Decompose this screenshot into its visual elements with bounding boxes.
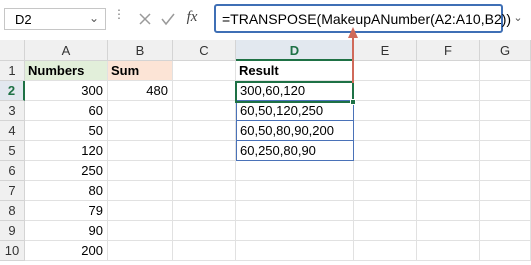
cell-b9[interactable]: [108, 221, 173, 241]
cell-f4[interactable]: [417, 121, 480, 141]
column-header-a[interactable]: A: [25, 40, 108, 61]
row-header-5[interactable]: 5: [0, 141, 25, 161]
cell-f3[interactable]: [417, 101, 480, 121]
row-header-6[interactable]: 6: [0, 161, 25, 181]
cell-e10[interactable]: [354, 241, 417, 261]
cell-a7[interactable]: 80: [25, 181, 108, 201]
cell-g3[interactable]: [480, 101, 531, 121]
column-header-f[interactable]: F: [417, 40, 480, 61]
row-header-7[interactable]: 7: [0, 181, 25, 201]
cell-c10[interactable]: [173, 241, 236, 261]
cell-e6[interactable]: [354, 161, 417, 181]
cell-d3[interactable]: 60,50,120,250: [236, 101, 354, 121]
cell-g7[interactable]: [480, 181, 531, 201]
cell-e9[interactable]: [354, 221, 417, 241]
cell-c7[interactable]: [173, 181, 236, 201]
cell-d10[interactable]: [236, 241, 354, 261]
chevron-down-icon[interactable]: ⌄: [89, 11, 99, 25]
cell-f6[interactable]: [417, 161, 480, 181]
cell-d5[interactable]: 60,250,80,90: [236, 141, 354, 161]
arrow-up-annotation: [348, 27, 358, 83]
select-all-corner[interactable]: [0, 40, 25, 61]
cell-g5[interactable]: [480, 141, 531, 161]
cell-f5[interactable]: [417, 141, 480, 161]
cell-e1[interactable]: [354, 61, 417, 81]
cell-g10[interactable]: [480, 241, 531, 261]
cell-d6[interactable]: [236, 161, 354, 181]
cell-a4[interactable]: 50: [25, 121, 108, 141]
splitter-handle[interactable]: ⋮: [113, 8, 125, 28]
cell-d1[interactable]: Result: [236, 61, 354, 81]
name-box-value: D2: [15, 12, 32, 27]
cell-e7[interactable]: [354, 181, 417, 201]
cancel-x-icon[interactable]: [135, 9, 155, 29]
cell-c1[interactable]: [173, 61, 236, 81]
cell-f7[interactable]: [417, 181, 480, 201]
cell-a5[interactable]: 120: [25, 141, 108, 161]
row-header-2[interactable]: 2: [0, 81, 25, 101]
cell-c8[interactable]: [173, 201, 236, 221]
cell-d8[interactable]: [236, 201, 354, 221]
cell-b3[interactable]: [108, 101, 173, 121]
cell-f8[interactable]: [417, 201, 480, 221]
cell-b5[interactable]: [108, 141, 173, 161]
column-header-b[interactable]: B: [108, 40, 173, 61]
active-cell-selection: [235, 81, 354, 103]
column-header-d[interactable]: D: [236, 40, 354, 61]
cell-a10[interactable]: 200: [25, 241, 108, 261]
cell-b4[interactable]: [108, 121, 173, 141]
row-header-1[interactable]: 1: [0, 61, 25, 81]
fill-handle[interactable]: [350, 99, 356, 105]
cell-a9[interactable]: 90: [25, 221, 108, 241]
cell-b10[interactable]: [108, 241, 173, 261]
cell-g8[interactable]: [480, 201, 531, 221]
fx-icon[interactable]: fx: [181, 9, 203, 29]
cell-e2[interactable]: [354, 81, 417, 101]
cell-g9[interactable]: [480, 221, 531, 241]
row-header-4[interactable]: 4: [0, 121, 25, 141]
cell-b1[interactable]: Sum: [108, 61, 173, 81]
cell-c2[interactable]: [173, 81, 236, 101]
enter-check-icon[interactable]: [158, 9, 178, 29]
cell-a8[interactable]: 79: [25, 201, 108, 221]
name-box[interactable]: D2 ⌄: [4, 8, 106, 30]
cell-a3[interactable]: 60: [25, 101, 108, 121]
column-header-e[interactable]: E: [354, 40, 417, 61]
row-header-10[interactable]: 10: [0, 241, 25, 261]
expand-chevron-icon[interactable]: ⌄: [511, 11, 525, 25]
cell-f10[interactable]: [417, 241, 480, 261]
row-header-8[interactable]: 8: [0, 201, 25, 221]
cell-e3[interactable]: [354, 101, 417, 121]
cell-f1[interactable]: [417, 61, 480, 81]
row-header-3[interactable]: 3: [0, 101, 25, 121]
cell-g1[interactable]: [480, 61, 531, 81]
cell-d4[interactable]: 60,50,80,90,200: [236, 121, 354, 141]
cell-b7[interactable]: [108, 181, 173, 201]
cell-e5[interactable]: [354, 141, 417, 161]
cell-a1[interactable]: Numbers: [25, 61, 108, 81]
cell-e8[interactable]: [354, 201, 417, 221]
cell-a6[interactable]: 250: [25, 161, 108, 181]
cell-c3[interactable]: [173, 101, 236, 121]
cell-g6[interactable]: [480, 161, 531, 181]
cell-b6[interactable]: [108, 161, 173, 181]
column-header-g[interactable]: G: [480, 40, 531, 61]
column-header-c[interactable]: C: [173, 40, 236, 61]
row-header-9[interactable]: 9: [0, 221, 25, 241]
cell-b2[interactable]: 480: [108, 81, 173, 101]
cell-c5[interactable]: [173, 141, 236, 161]
cell-f9[interactable]: [417, 221, 480, 241]
cell-c9[interactable]: [173, 221, 236, 241]
cell-g2[interactable]: [480, 81, 531, 101]
cell-c4[interactable]: [173, 121, 236, 141]
cell-d7[interactable]: [236, 181, 354, 201]
cell-f2[interactable]: [417, 81, 480, 101]
formula-text: =TRANSPOSE(MakeupANumber(A2:A10,B2)): [222, 11, 512, 27]
cell-b8[interactable]: [108, 201, 173, 221]
cell-e4[interactable]: [354, 121, 417, 141]
cell-a2[interactable]: 300: [25, 81, 108, 101]
cell-g4[interactable]: [480, 121, 531, 141]
cell-d9[interactable]: [236, 221, 354, 241]
cell-c6[interactable]: [173, 161, 236, 181]
